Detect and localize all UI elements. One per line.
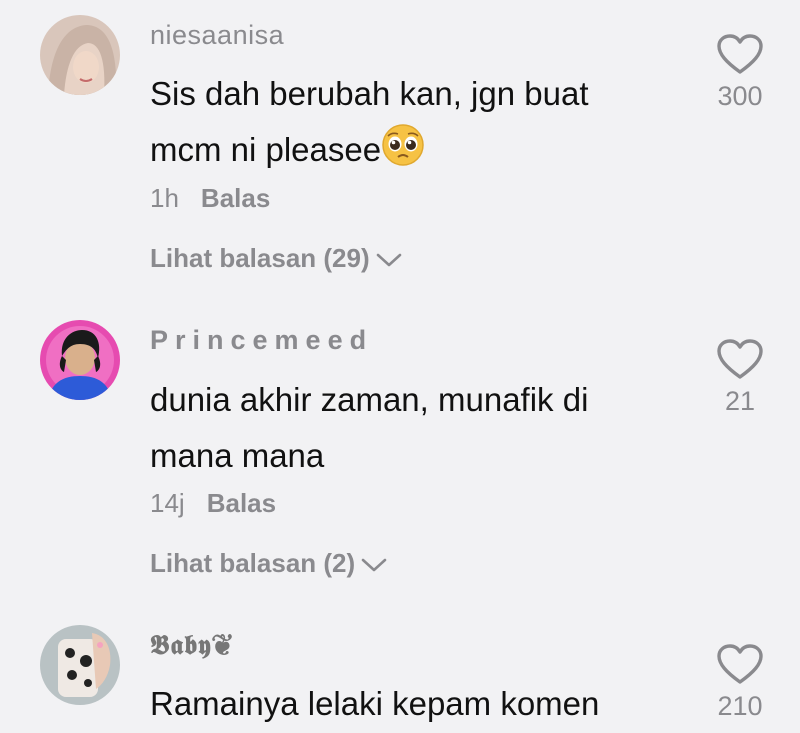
comment-text-line-content: mcm ni pleasee (150, 131, 382, 168)
comment-text-line: mcm ni pleasee (150, 122, 670, 178)
avatar-image (40, 15, 120, 95)
comment-text-line: dunia akhir zaman, munafik di (150, 381, 589, 418)
view-replies-label: Lihat balasan (2) (150, 548, 356, 578)
heart-outline-icon (717, 339, 763, 379)
avatar-image (40, 625, 120, 705)
heart-outline-icon (717, 34, 763, 74)
timestamp: 14j (150, 488, 185, 518)
avatar[interactable] (40, 15, 120, 95)
chevron-down-icon (376, 253, 401, 267)
username[interactable]: Princemeed (150, 325, 373, 356)
reply-button[interactable]: Balas (201, 183, 270, 213)
like-count: 210 (717, 691, 763, 721)
avatar-image (40, 320, 120, 400)
comment-text-line: Sis dah berubah kan, jgn buat (150, 75, 589, 112)
username[interactable]: niesaanisa (150, 20, 284, 51)
comment-text-line: mana mana (150, 437, 325, 474)
comment-text: Ramainya lelaki kepam komen (150, 676, 670, 732)
like-button[interactable]: 300 (700, 33, 780, 112)
comment-text-line: Ramainya lelaki kepam komen (150, 685, 600, 722)
view-replies-label: Lihat balasan (29) (150, 243, 370, 273)
view-replies-button[interactable]: Lihat balasan (2) (150, 548, 387, 579)
reply-button[interactable]: Balas (207, 488, 276, 518)
comment-meta: 1h Balas (150, 183, 270, 214)
like-count: 300 (717, 81, 763, 111)
view-replies-button[interactable]: Lihat balasan (29) (150, 243, 402, 274)
like-button[interactable]: 21 (700, 338, 780, 417)
username[interactable]: 𝕭𝖆𝖇𝖞❦ (150, 630, 233, 662)
comment-meta: 14j Balas (150, 488, 276, 519)
like-button[interactable]: 210 (700, 643, 780, 722)
avatar[interactable] (40, 625, 120, 705)
comment-text: Sis dah berubah kan, jgn buat mcm ni ple… (150, 66, 670, 178)
timestamp: 1h (150, 183, 179, 213)
pleading-face-emoji (381, 123, 425, 167)
chevron-down-icon (361, 558, 387, 572)
avatar[interactable] (40, 320, 120, 400)
like-count: 21 (724, 386, 756, 416)
heart-outline-icon (717, 644, 763, 684)
comment-text: dunia akhir zaman, munafik di mana mana (150, 372, 670, 484)
